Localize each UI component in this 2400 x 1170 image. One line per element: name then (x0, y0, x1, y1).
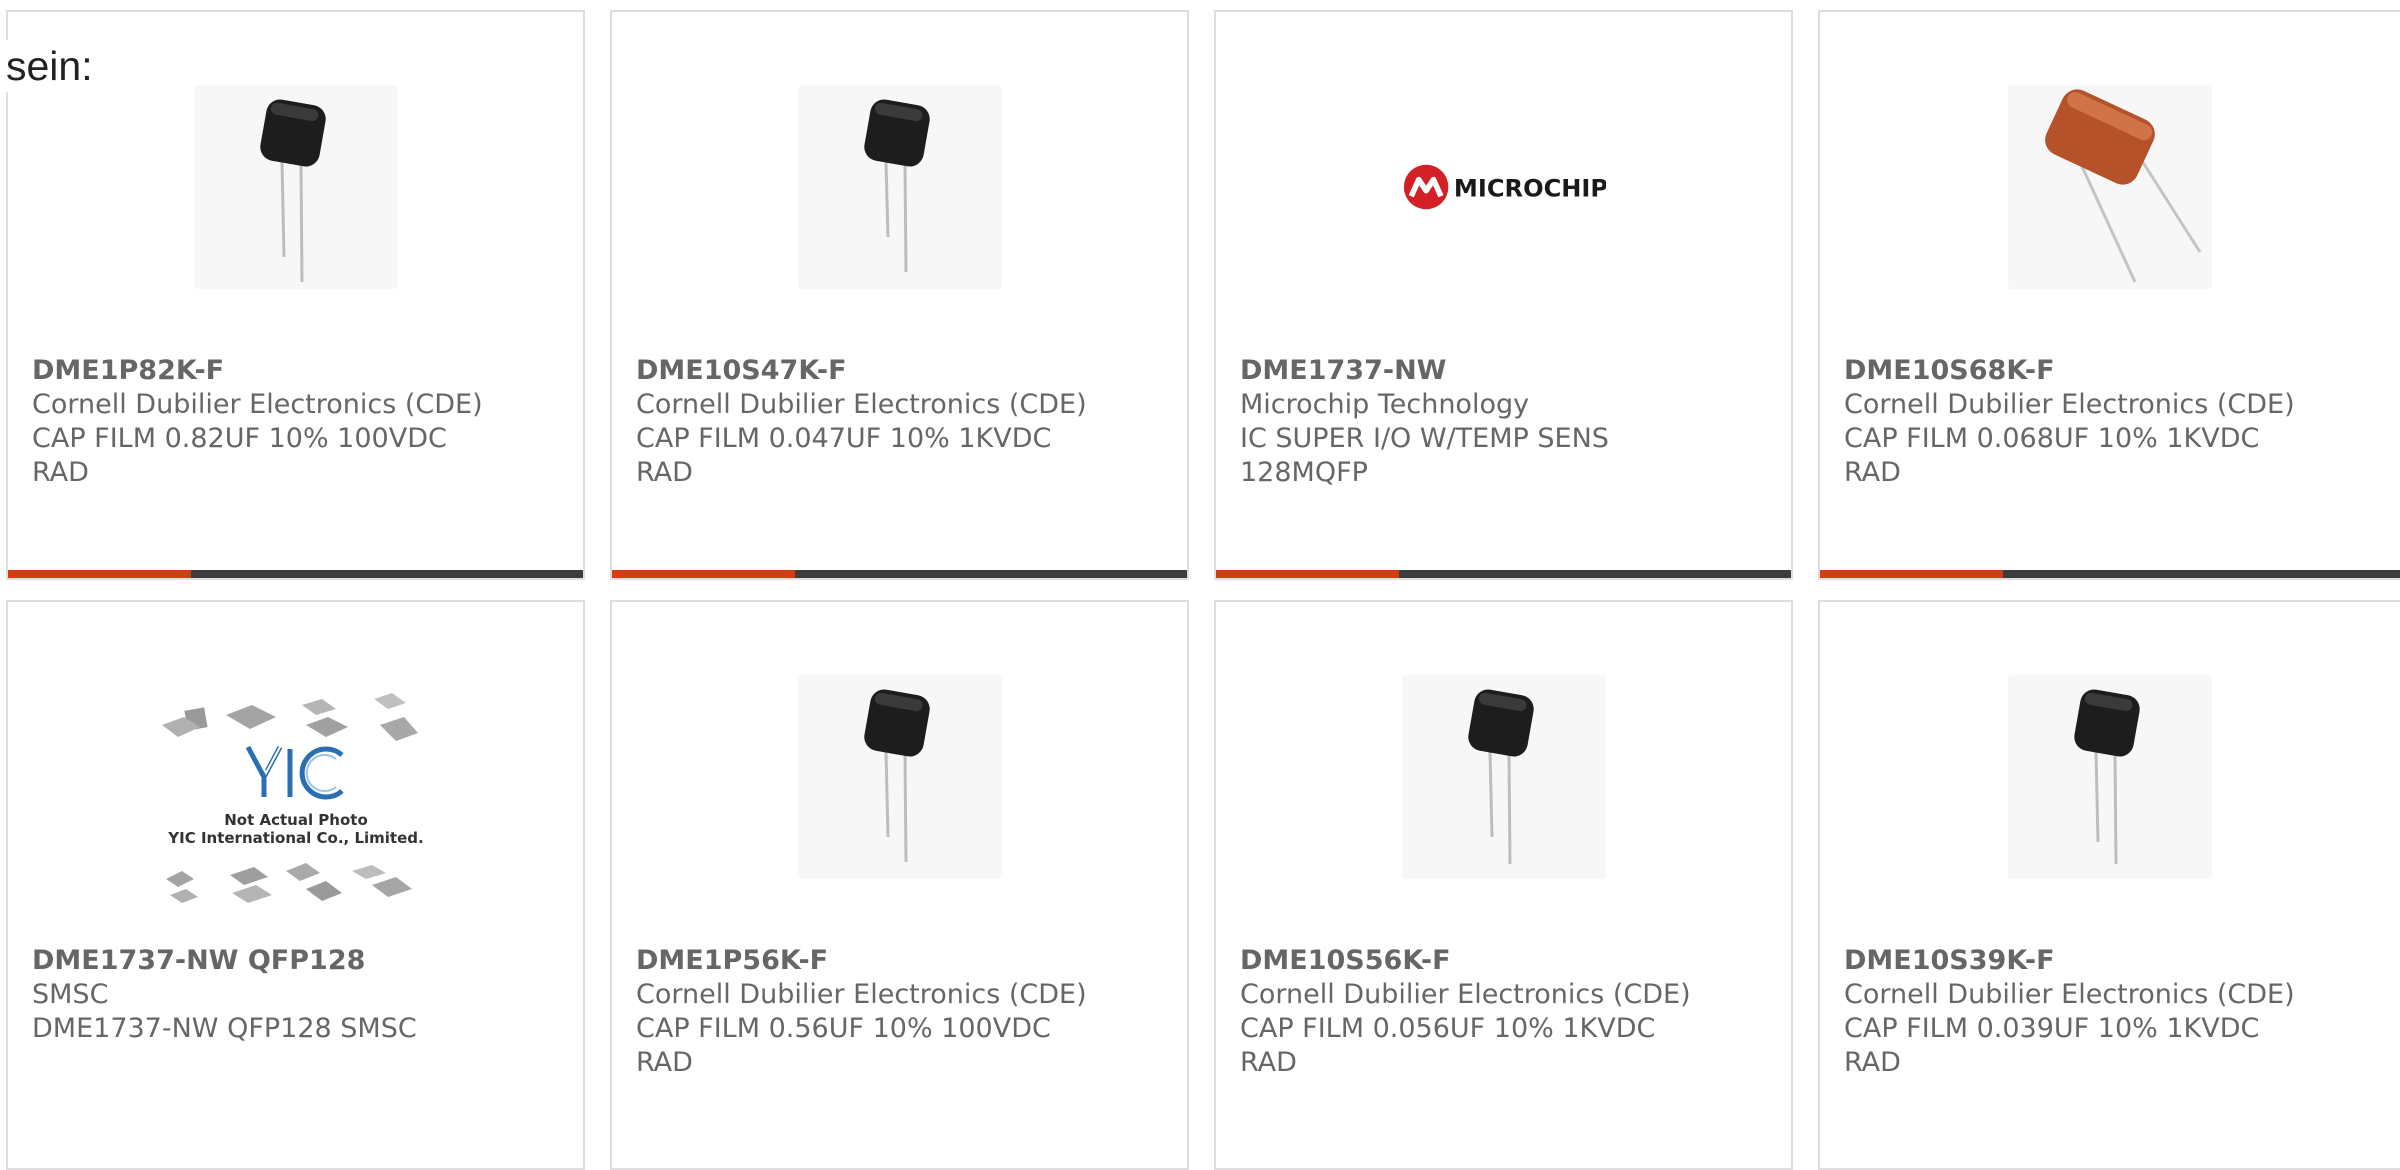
part-number[interactable]: DME1737-NW QFP128 (32, 944, 563, 978)
manufacturer: Cornell Dubilier Electronics (CDE) (636, 389, 1087, 420)
description-package: RAD (636, 1047, 693, 1078)
product-card[interactable]: DME1P82K-F Cornell Dubilier Electronics … (6, 10, 585, 580)
card-accent-bar (8, 570, 191, 578)
orange-capacitor-icon (2045, 89, 2202, 283)
description: CAP FILM 0.039UF 10% 1KVDC (1844, 1013, 2260, 1044)
description-package: 128MQFP (1240, 457, 1368, 488)
product-image[interactable] (612, 72, 1187, 302)
part-number[interactable]: DME10S56K-F (1240, 944, 1771, 978)
product-image[interactable] (1820, 72, 2400, 302)
description-package: RAD (1844, 457, 1901, 488)
product-card[interactable]: MICROCHIP DME1737-NW Microchip Technolog… (1214, 10, 1793, 580)
product-card[interactable]: DME10S39K-F Cornell Dubilier Electronics… (1818, 600, 2400, 1170)
description: CAP FILM 0.047UF 10% 1KVDC (636, 423, 1052, 454)
black-capacitor-icon (863, 99, 930, 273)
part-number[interactable]: DME10S39K-F (1844, 944, 2380, 978)
microchip-logo-icon: MICROCHIP (1403, 164, 1606, 210)
manufacturer: Microchip Technology (1240, 389, 1530, 420)
card-bottom-bar (1820, 570, 2400, 578)
black-capacitor-icon (2074, 689, 2140, 865)
product-card[interactable]: DME10S68K-F Cornell Dubilier Electronics… (1818, 10, 2400, 580)
part-number[interactable]: DME1737-NW (1240, 354, 1771, 388)
product-card[interactable]: DME1P56K-F Cornell Dubilier Electronics … (610, 600, 1189, 1170)
description: CAP FILM 0.056UF 10% 1KVDC (1240, 1013, 1656, 1044)
manufacturer: Cornell Dubilier Electronics (CDE) (1844, 389, 2295, 420)
product-card[interactable]: DME10S47K-F Cornell Dubilier Electronics… (610, 10, 1189, 580)
part-number[interactable]: DME10S68K-F (1844, 354, 2380, 388)
card-bottom-bar (8, 570, 583, 578)
product-image[interactable]: Not Actual Photo YIC International Co., … (8, 685, 583, 925)
svg-text:MICROCHIP: MICROCHIP (1453, 174, 1605, 202)
yic-logo (245, 745, 344, 800)
part-number[interactable]: DME1P82K-F (32, 354, 563, 388)
description: CAP FILM 0.56UF 10% 100VDC (636, 1013, 1051, 1044)
description-package: RAD (636, 457, 693, 488)
manufacturer: Cornell Dubilier Electronics (CDE) (1844, 979, 2295, 1010)
product-image[interactable] (1216, 662, 1791, 892)
description: DME1737-NW QFP128 SMSC (32, 1013, 417, 1044)
product-image[interactable]: MICROCHIP (1216, 72, 1791, 302)
black-capacitor-icon (259, 99, 326, 282)
description-package: RAD (1240, 1047, 1297, 1078)
svg-text:Not Actual Photo: Not Actual Photo (224, 811, 368, 829)
description: IC SUPER I/O W/TEMP SENS (1240, 423, 1609, 454)
yic-placeholder-icon: Not Actual Photo YIC International Co., … (161, 693, 423, 903)
card-accent-bar (1216, 570, 1399, 578)
product-image[interactable] (612, 662, 1187, 892)
manufacturer: Cornell Dubilier Electronics (CDE) (1240, 979, 1691, 1010)
intro-text: sein: (6, 40, 95, 92)
card-bottom-bar (612, 570, 1187, 578)
description: CAP FILM 0.82UF 10% 100VDC (32, 423, 447, 454)
manufacturer: Cornell Dubilier Electronics (CDE) (32, 389, 483, 420)
product-card[interactable]: Not Actual Photo YIC International Co., … (6, 600, 585, 1170)
description: CAP FILM 0.068UF 10% 1KVDC (1844, 423, 2260, 454)
product-image[interactable] (8, 72, 583, 302)
card-accent-bar (612, 570, 795, 578)
part-number[interactable]: DME1P56K-F (636, 944, 1167, 978)
manufacturer: Cornell Dubilier Electronics (CDE) (636, 979, 1087, 1010)
card-accent-bar (1820, 570, 2003, 578)
product-image[interactable] (1820, 662, 2400, 892)
svg-text:YIC International Co., Limited: YIC International Co., Limited. (167, 829, 423, 847)
black-capacitor-icon (1467, 689, 1534, 865)
description-package: RAD (32, 457, 89, 488)
product-card[interactable]: DME10S56K-F Cornell Dubilier Electronics… (1214, 600, 1793, 1170)
manufacturer: SMSC (32, 979, 109, 1010)
part-number[interactable]: DME10S47K-F (636, 354, 1167, 388)
black-capacitor-icon (863, 689, 930, 863)
card-bottom-bar (1216, 570, 1791, 578)
description-package: RAD (1844, 1047, 1901, 1078)
